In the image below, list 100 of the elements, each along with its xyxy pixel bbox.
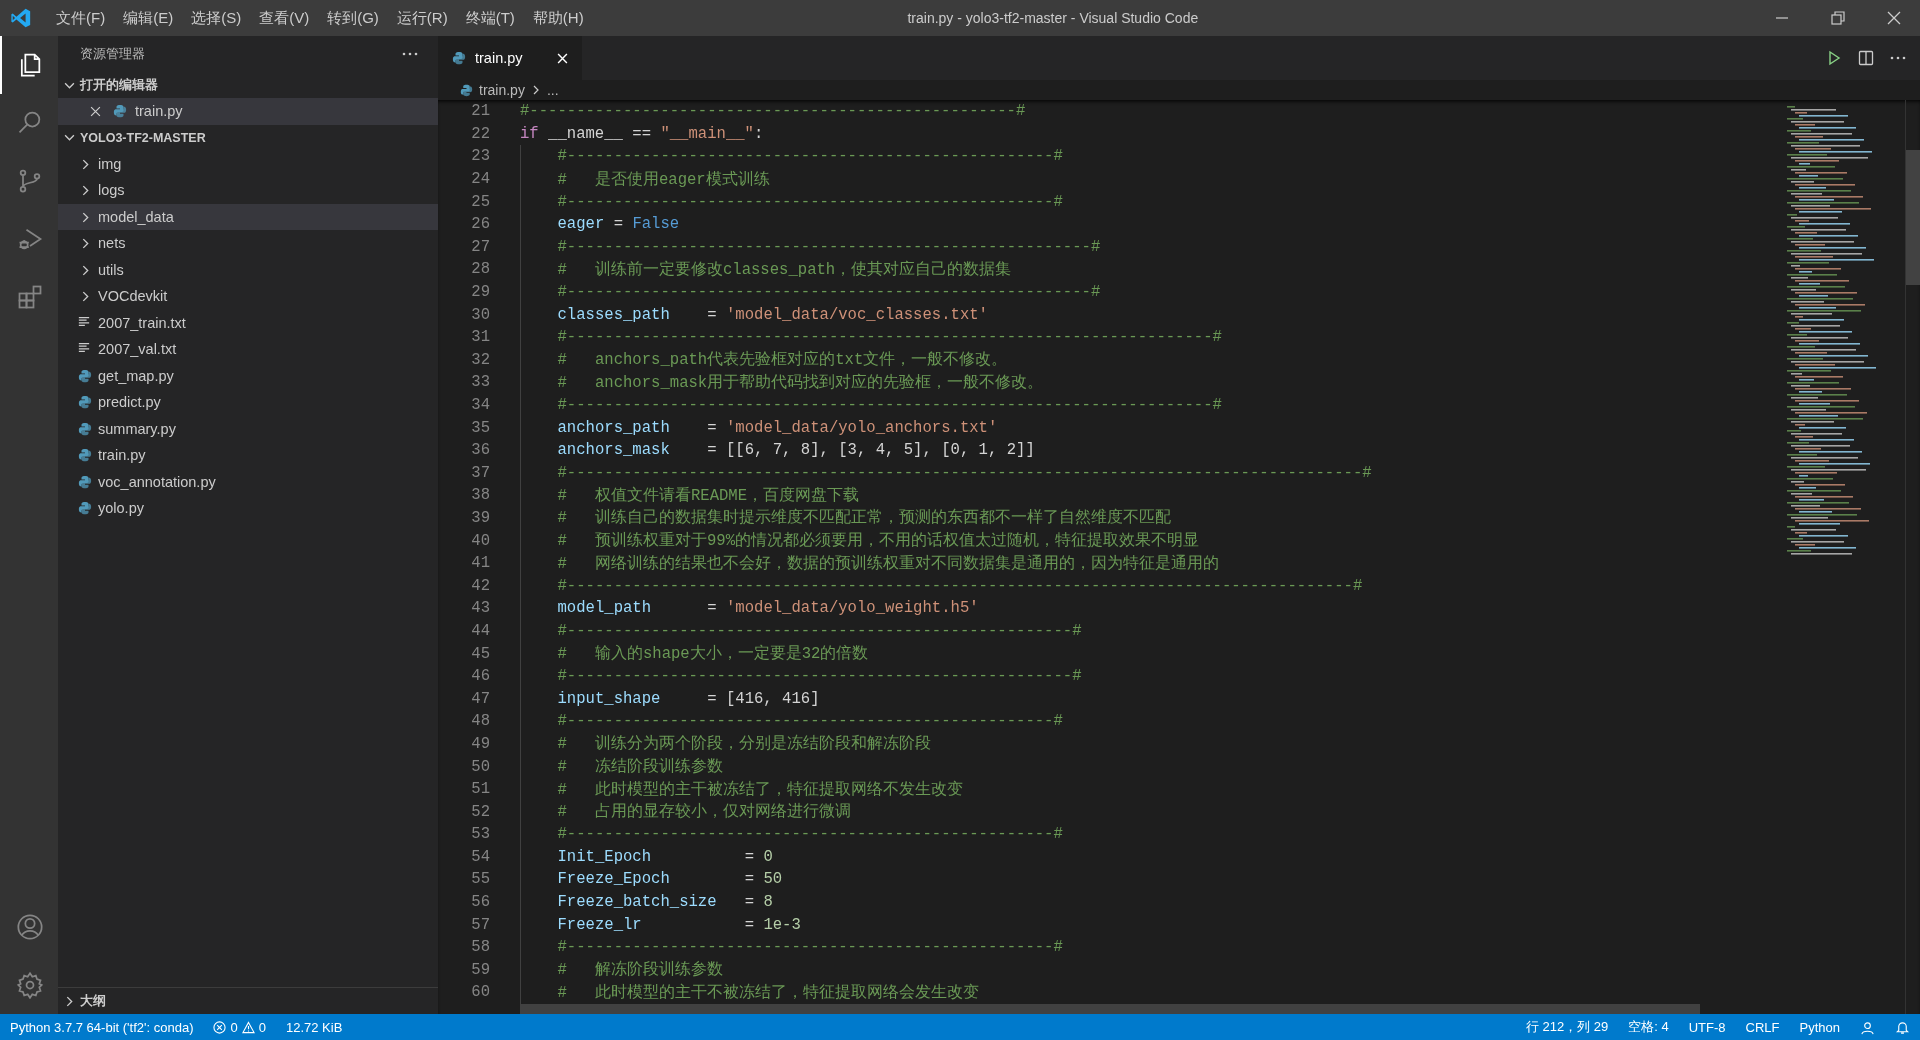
run-icon[interactable] — [1826, 50, 1842, 66]
breadcrumb-item[interactable]: train.py — [479, 82, 525, 98]
code-line: #---------------------------------------------------------------------# — [557, 328, 1222, 347]
code-line: Freeze_lr = 1e-3 — [557, 915, 801, 934]
code-line: # 冻结阶段训练参数 — [557, 756, 723, 777]
file-name[interactable]: VOCdevkit — [98, 288, 168, 305]
menu-item[interactable]: 编辑(E) — [115, 4, 182, 32]
line-number: 36 — [470, 441, 491, 460]
menu-item[interactable]: 选择(S) — [183, 4, 250, 32]
code-line: # anchors_path代表先验框对应的txt文件，一般不修改。 — [557, 349, 1008, 371]
sidebar-title: 资源管理器 — [80, 45, 145, 63]
code-line: # 占用的显存较小，仅对网络进行微调 — [557, 802, 851, 823]
code-line: # anchors_mask用于帮助代码找到对应的先验框，一般不修改。 — [557, 372, 1044, 393]
vertical-scrollbar[interactable] — [1906, 150, 1920, 285]
menu-item[interactable]: 查看(V) — [251, 4, 318, 32]
line-number: 56 — [470, 893, 491, 912]
file-name[interactable]: 2007_train.txt — [98, 314, 186, 331]
editor-tab[interactable]: train.py — [438, 36, 582, 80]
file-name[interactable]: 2007_val.txt — [98, 341, 177, 358]
bell-icon[interactable] — [1895, 1019, 1910, 1035]
line-number: 32 — [470, 350, 491, 369]
code-line: input_shape = [416, 416] — [557, 689, 820, 708]
section-header[interactable]: 打开的编辑器 — [58, 72, 438, 98]
line-number: 22 — [470, 124, 491, 143]
restore-icon[interactable] — [1830, 10, 1846, 26]
file-name[interactable]: model_data — [98, 208, 174, 225]
line-number: 58 — [470, 938, 491, 957]
code-line: # 权值文件请看README，百度网盘下载 — [557, 485, 860, 506]
status-item[interactable]: CRLF — [1745, 1019, 1780, 1035]
line-number: 53 — [470, 825, 491, 844]
python-file-icon — [78, 368, 92, 383]
close-icon[interactable] — [90, 106, 101, 117]
file-name[interactable]: yolo.py — [98, 500, 144, 517]
code-line: # 训练前一定要修改classes_path，使其对应自己的数据集 — [557, 259, 1012, 280]
code-line: # 网络训练的结果也不会好，数据的预训练权重对不同数据集是通用的，因为特征是通用的 — [557, 553, 1219, 574]
menu-item[interactable]: 终端(T) — [457, 4, 523, 32]
error-icon — [213, 1020, 227, 1034]
line-number: 51 — [470, 780, 491, 799]
problems-status[interactable]: 0 0 — [213, 1019, 266, 1035]
code-line: #----------------------------------------------------# — [557, 825, 1063, 844]
status-item[interactable]: 空格: 4 — [1628, 1018, 1669, 1036]
status-item[interactable]: 行 212，列 29 — [1525, 1018, 1609, 1036]
line-number: 47 — [470, 689, 491, 708]
line-number: 28 — [470, 260, 491, 279]
line-number: 49 — [470, 734, 491, 753]
line-number: 34 — [470, 396, 491, 414]
section-header[interactable]: YOLO3-TF2-MASTER — [58, 124, 438, 151]
code-line: # 预训练权重对于99%的情况都必须要用，不用的话权值太过随机，特征提取效果不明显 — [557, 530, 1199, 552]
file-name[interactable]: nets — [98, 235, 126, 252]
file-name[interactable]: logs — [98, 182, 125, 199]
warning-icon — [241, 1020, 255, 1034]
line-number: 50 — [470, 757, 491, 776]
file-name[interactable]: get_map.py — [98, 367, 174, 384]
more-icon[interactable] — [402, 52, 418, 56]
python-file-icon — [78, 448, 92, 462]
line-number: 46 — [470, 667, 491, 686]
section-header[interactable]: 大纲 — [58, 988, 438, 1014]
code-line: #--------------------------------------------------------# — [557, 237, 1101, 256]
status-item[interactable]: 12.72 KiB — [285, 1019, 343, 1035]
close-icon[interactable] — [1886, 10, 1902, 26]
code-line: #----------------------------------------------------# — [557, 712, 1063, 731]
line-number: 48 — [470, 712, 491, 731]
file-name[interactable]: utils — [98, 261, 124, 278]
python-file-icon — [113, 104, 127, 118]
file-name[interactable]: summary.py — [98, 420, 176, 437]
breadcrumb-item[interactable]: ... — [546, 82, 559, 98]
line-number: 43 — [470, 599, 491, 618]
file-name[interactable]: voc_annotation.py — [98, 473, 216, 490]
code-line: #------------------------------------------------------------------------------------# — [557, 576, 1363, 595]
python-file-icon — [78, 501, 92, 515]
python-file-icon — [78, 421, 92, 436]
status-item[interactable]: Python 3.7.7 64-bit ('tf2': conda) — [10, 1019, 194, 1035]
code-line: anchors_path = 'model_data/yolo_anchors.txt' — [557, 418, 998, 437]
line-number: 29 — [470, 283, 491, 302]
window-title: train.py - yolo3-tf2-master - Visual Studio Code — [906, 10, 1200, 26]
code-line: # 此时模型的主干不被冻结了，特征提取网络会发生改变 — [557, 982, 979, 1003]
code-line: model_path = 'model_data/yolo_weight.h5' — [557, 599, 979, 618]
line-number: 44 — [470, 621, 491, 640]
status-item[interactable]: UTF-8 — [1688, 1019, 1726, 1035]
feedback-icon[interactable] — [1860, 1019, 1875, 1035]
status-item[interactable]: Python — [1799, 1019, 1840, 1035]
code-line: # 是否使用eager模式训练 — [557, 169, 770, 190]
code-line: classes_path = 'model_data/voc_classes.txt' — [557, 305, 988, 324]
horizontal-scrollbar[interactable] — [520, 1004, 1700, 1014]
line-number: 45 — [470, 644, 491, 663]
file-name[interactable]: img — [98, 155, 122, 172]
menu-item[interactable]: 帮助(H) — [524, 4, 592, 32]
app-icon — [10, 7, 32, 29]
more-icon[interactable] — [1890, 56, 1906, 60]
file-name[interactable]: train.py — [135, 103, 183, 120]
menu-item[interactable]: 运行(R) — [388, 4, 456, 32]
menu-item[interactable]: 文件(F) — [48, 4, 114, 32]
line-number: 24 — [470, 170, 491, 189]
file-name[interactable]: train.py — [98, 447, 146, 464]
split-editor-icon[interactable] — [1858, 50, 1874, 66]
code-line: # 训练自己的数据集时提示维度不匹配正常，预测的东西都不一样了自然维度不匹配 — [557, 507, 1171, 529]
file-name[interactable]: predict.py — [98, 394, 161, 411]
line-number: 60 — [470, 983, 491, 1002]
menu-item[interactable]: 转到(G) — [319, 4, 387, 32]
warning-count: 0 — [258, 1019, 266, 1035]
